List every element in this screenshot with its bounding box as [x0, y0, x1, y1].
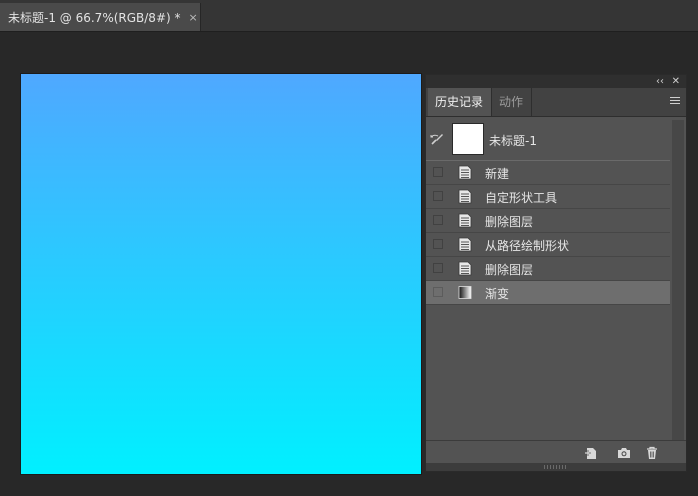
history-source-checkbox[interactable]	[433, 239, 443, 249]
trash-icon[interactable]	[645, 446, 659, 460]
document-state-icon	[458, 261, 472, 276]
grip-lines	[544, 465, 566, 469]
document-state-icon	[458, 165, 472, 180]
panel-menu-icon[interactable]	[670, 97, 680, 106]
document-state-icon	[458, 189, 472, 204]
history-state-row[interactable]: 删除图层	[426, 257, 670, 281]
history-state-label: 自定形状工具	[485, 191, 558, 205]
history-state-label: 新建	[485, 167, 510, 181]
tab-actions[interactable]: 动作	[492, 88, 532, 116]
history-state-list: 新建 自定形状工具 删除图层 从路径绘制形状 删除图层 渐变	[426, 161, 670, 305]
tab-history[interactable]: 历史记录	[428, 88, 492, 116]
history-source-checkbox[interactable]	[433, 263, 443, 273]
document-state-icon	[458, 237, 472, 252]
history-state-row[interactable]: 新建	[426, 161, 670, 185]
collapse-panel-icon[interactable]: ‹‹	[656, 75, 664, 88]
history-source-checkbox[interactable]	[433, 215, 443, 225]
snapshot-label: 未标题-1	[489, 134, 537, 148]
panel-tab-strip: 历史记录 动作	[426, 88, 686, 117]
history-brush-icon[interactable]	[430, 132, 444, 146]
close-panel-icon[interactable]: ✕	[672, 75, 680, 88]
document-tab-title: 未标题-1 @ 66.7%(RGB/8#) *	[8, 10, 181, 25]
history-panel-footer	[426, 440, 686, 465]
document-canvas[interactable]	[21, 74, 421, 474]
history-state-label: 从路径绘制形状	[485, 239, 570, 253]
history-state-label: 删除图层	[485, 215, 534, 229]
history-state-row[interactable]: 自定形状工具	[426, 185, 670, 209]
gradient-state-icon	[458, 286, 472, 299]
snapshot-thumbnail	[452, 123, 484, 155]
history-scrollbar[interactable]	[672, 120, 684, 440]
history-state-row[interactable]: 删除图层	[426, 209, 670, 233]
history-source-checkbox[interactable]	[433, 191, 443, 201]
history-state-label: 渐变	[485, 287, 510, 301]
document-tab[interactable]: 未标题-1 @ 66.7%(RGB/8#) * ×	[0, 3, 201, 31]
new-document-from-state-icon[interactable]	[584, 446, 598, 460]
history-state-row-selected[interactable]: 渐变	[426, 281, 670, 305]
document-tab-bar: 未标题-1 @ 66.7%(RGB/8#) * ×	[0, 0, 698, 32]
panel-resize-grip[interactable]	[426, 463, 686, 471]
panel-title-strip: ‹‹ ✕	[426, 75, 686, 88]
close-tab-icon[interactable]: ×	[189, 12, 198, 23]
history-source-checkbox[interactable]	[433, 287, 443, 297]
history-source-checkbox[interactable]	[433, 167, 443, 177]
history-panel: ‹‹ ✕ 历史记录 动作 未标题-1 新建 自定形状工具 删除图层 从路径绘制形…	[425, 74, 687, 472]
history-snapshot-row[interactable]: 未标题-1	[426, 120, 670, 161]
history-state-row[interactable]: 从路径绘制形状	[426, 233, 670, 257]
history-state-label: 删除图层	[485, 263, 534, 277]
camera-icon[interactable]	[617, 446, 631, 460]
document-state-icon	[458, 213, 472, 228]
